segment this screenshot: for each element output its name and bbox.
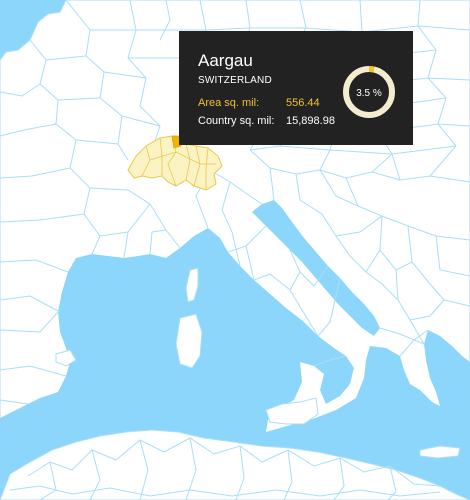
country-area-value: 15,898.98 xyxy=(286,115,335,127)
area-row: Area sq. mil: 556.44 xyxy=(198,97,320,109)
country-area-row: Country sq. mil: 15,898.98 xyxy=(198,115,335,127)
region-tooltip: Aargau SWITZERLAND Area sq. mil: 556.44 C… xyxy=(179,31,413,145)
country-name: SWITZERLAND xyxy=(198,75,272,86)
region-name: Aargau xyxy=(198,51,253,70)
map-view[interactable]: Aargau SWITZERLAND Area sq. mil: 556.44 C… xyxy=(0,0,470,500)
percent-label: 3.5 % xyxy=(356,88,382,99)
area-value: 556.44 xyxy=(286,97,320,109)
country-area-label: Country sq. mil: xyxy=(198,115,275,127)
percent-donut: 3.5 % xyxy=(343,66,395,118)
area-label: Area sq. mil: xyxy=(198,97,260,109)
